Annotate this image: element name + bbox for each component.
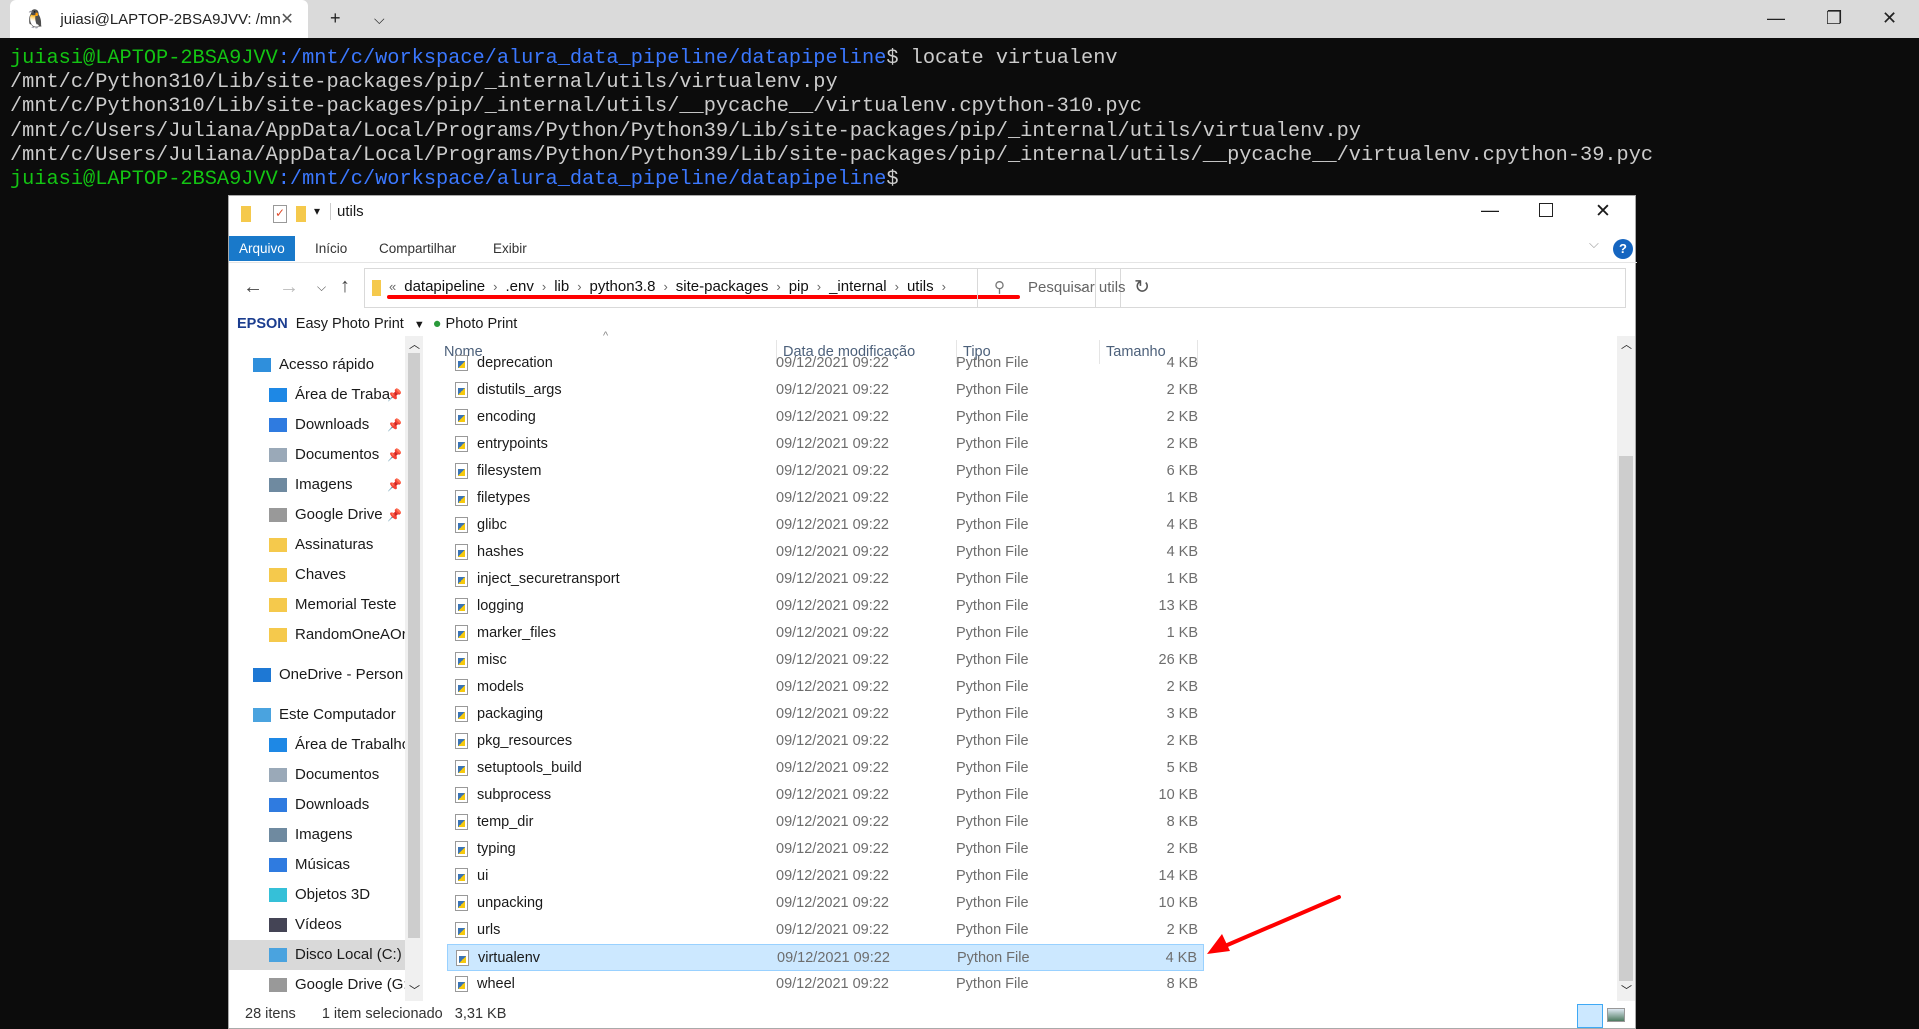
red-arrow-annotation: [1207, 895, 1341, 954]
